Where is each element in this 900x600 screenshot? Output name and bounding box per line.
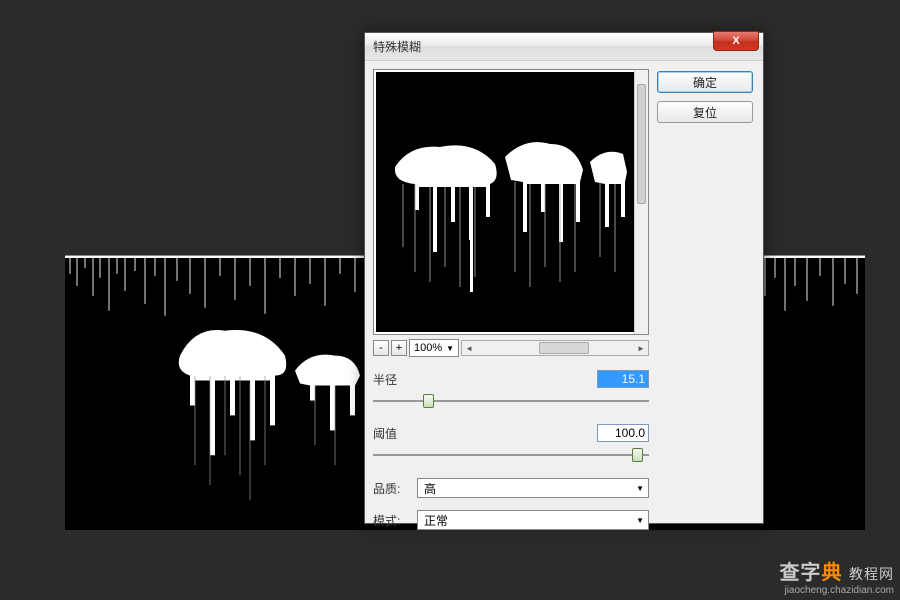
radius-row: 半径 xyxy=(373,370,649,388)
preview-scrollbar-vertical[interactable] xyxy=(634,70,648,334)
radius-slider-handle[interactable] xyxy=(423,394,434,408)
scrollbar-thumb[interactable] xyxy=(539,342,589,354)
chevron-down-icon: ▼ xyxy=(636,484,644,493)
chevron-down-icon: ▼ xyxy=(446,344,454,353)
watermark: 查字典 教程网 jiaocheng.chazidian.com xyxy=(779,556,894,596)
threshold-slider[interactable] xyxy=(373,446,649,464)
left-panel: - + 100% ▼ ◄ ► 半径 xyxy=(365,61,657,523)
scrollbar-thumb[interactable] xyxy=(637,84,646,204)
right-panel: 确定 复位 xyxy=(657,61,763,523)
chevron-down-icon: ▼ xyxy=(636,516,644,525)
quality-value: 高 xyxy=(424,480,436,497)
radius-input[interactable] xyxy=(597,370,649,388)
zoom-value: 100% xyxy=(414,342,442,354)
threshold-row: 阈值 xyxy=(373,424,649,442)
radius-label: 半径 xyxy=(373,371,417,388)
zoom-out-button[interactable]: - xyxy=(373,340,389,356)
dialog-titlebar[interactable]: 特殊模糊 X xyxy=(365,33,763,61)
reset-button[interactable]: 复位 xyxy=(657,101,753,123)
ok-button[interactable]: 确定 xyxy=(657,71,753,93)
zoom-level-select[interactable]: 100% ▼ xyxy=(409,339,459,357)
watermark-logo: 查字典 教程网 xyxy=(779,556,894,585)
scroll-right-arrow[interactable]: ► xyxy=(634,341,648,355)
scroll-left-arrow[interactable]: ◄ xyxy=(462,341,476,355)
radius-slider[interactable] xyxy=(373,392,649,410)
slider-track xyxy=(373,454,649,456)
mode-row: 模式: 正常 ▼ xyxy=(373,510,649,530)
threshold-slider-handle[interactable] xyxy=(632,448,643,462)
threshold-input[interactable] xyxy=(597,424,649,442)
close-icon: X xyxy=(732,35,739,47)
quality-select[interactable]: 高 ▼ xyxy=(417,478,649,498)
quality-row: 品质: 高 ▼ xyxy=(373,478,649,498)
preview-canvas xyxy=(376,72,634,332)
slider-track xyxy=(373,400,649,402)
smart-blur-dialog: 特殊模糊 X xyxy=(364,32,764,524)
watermark-url: jiaocheng.chazidian.com xyxy=(779,585,894,596)
mode-label: 模式: xyxy=(373,512,417,529)
dialog-body: - + 100% ▼ ◄ ► 半径 xyxy=(365,61,763,523)
quality-label: 品质: xyxy=(373,480,417,497)
close-button[interactable]: X xyxy=(713,31,759,51)
preview-area[interactable] xyxy=(373,69,649,335)
scroll-track[interactable] xyxy=(476,341,634,355)
zoom-controls: - + 100% ▼ ◄ ► xyxy=(373,338,649,358)
mode-select[interactable]: 正常 ▼ xyxy=(417,510,649,530)
zoom-in-button[interactable]: + xyxy=(391,340,407,356)
threshold-label: 阈值 xyxy=(373,425,417,442)
preview-scrollbar-horizontal[interactable]: ◄ ► xyxy=(461,340,649,356)
dialog-title: 特殊模糊 xyxy=(373,38,421,55)
mode-value: 正常 xyxy=(424,512,448,529)
